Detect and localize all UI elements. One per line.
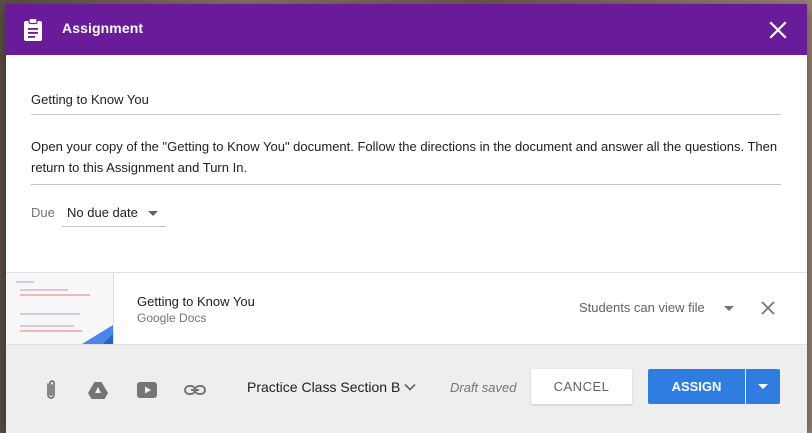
thumbnail-line — [20, 289, 68, 291]
chevron-down-icon — [148, 211, 158, 216]
thumbnail-line — [20, 313, 80, 315]
attach-file-icon[interactable] — [39, 378, 63, 402]
youtube-icon[interactable] — [135, 378, 159, 402]
attachment-type: Google Docs — [137, 311, 207, 325]
google-docs-icon — [82, 325, 113, 344]
close-icon[interactable] — [759, 299, 777, 317]
thumbnail-line — [20, 330, 82, 332]
chevron-down-icon[interactable] — [724, 306, 734, 311]
due-date-value: No due date — [67, 205, 138, 220]
dialog-header: Assignment — [6, 4, 807, 55]
link-icon[interactable] — [183, 378, 207, 402]
attachment-card: Getting to Know You Google Docs Students… — [6, 272, 807, 344]
assignment-dialog: Assignment Getting to Know You Open your… — [6, 4, 807, 433]
thumbnail-line — [20, 325, 74, 327]
class-select[interactable]: Practice Class Section B — [247, 379, 400, 395]
due-label: Due — [31, 205, 55, 220]
due-date-select[interactable]: No due date — [62, 200, 166, 227]
attachment-thumbnail[interactable] — [6, 273, 114, 344]
assign-button[interactable]: ASSIGN — [648, 369, 745, 404]
sharing-permission-select[interactable]: Students can view file — [579, 300, 705, 315]
chevron-down-icon — [758, 384, 768, 389]
close-icon[interactable] — [766, 18, 790, 42]
title-field[interactable]: Getting to Know You — [31, 88, 781, 115]
thumbnail-line — [20, 294, 90, 296]
instructions-field[interactable]: Open your copy of the "Getting to Know Y… — [31, 136, 781, 185]
dialog-title: Assignment — [62, 20, 144, 36]
instructions-value: Open your copy of the "Getting to Know Y… — [31, 139, 778, 175]
thumbnail-line — [16, 281, 34, 283]
google-drive-icon[interactable] — [86, 378, 110, 402]
attachment-title[interactable]: Getting to Know You — [137, 294, 255, 309]
draft-status: Draft saved — [450, 380, 517, 395]
assign-options-button[interactable] — [746, 369, 780, 404]
dialog-footer: Practice Class Section B Draft saved CAN… — [6, 344, 807, 433]
cancel-button[interactable]: CANCEL — [531, 369, 632, 404]
chevron-down-icon[interactable] — [404, 381, 416, 393]
assignment-icon — [24, 18, 42, 41]
title-value: Getting to Know You — [31, 92, 149, 107]
